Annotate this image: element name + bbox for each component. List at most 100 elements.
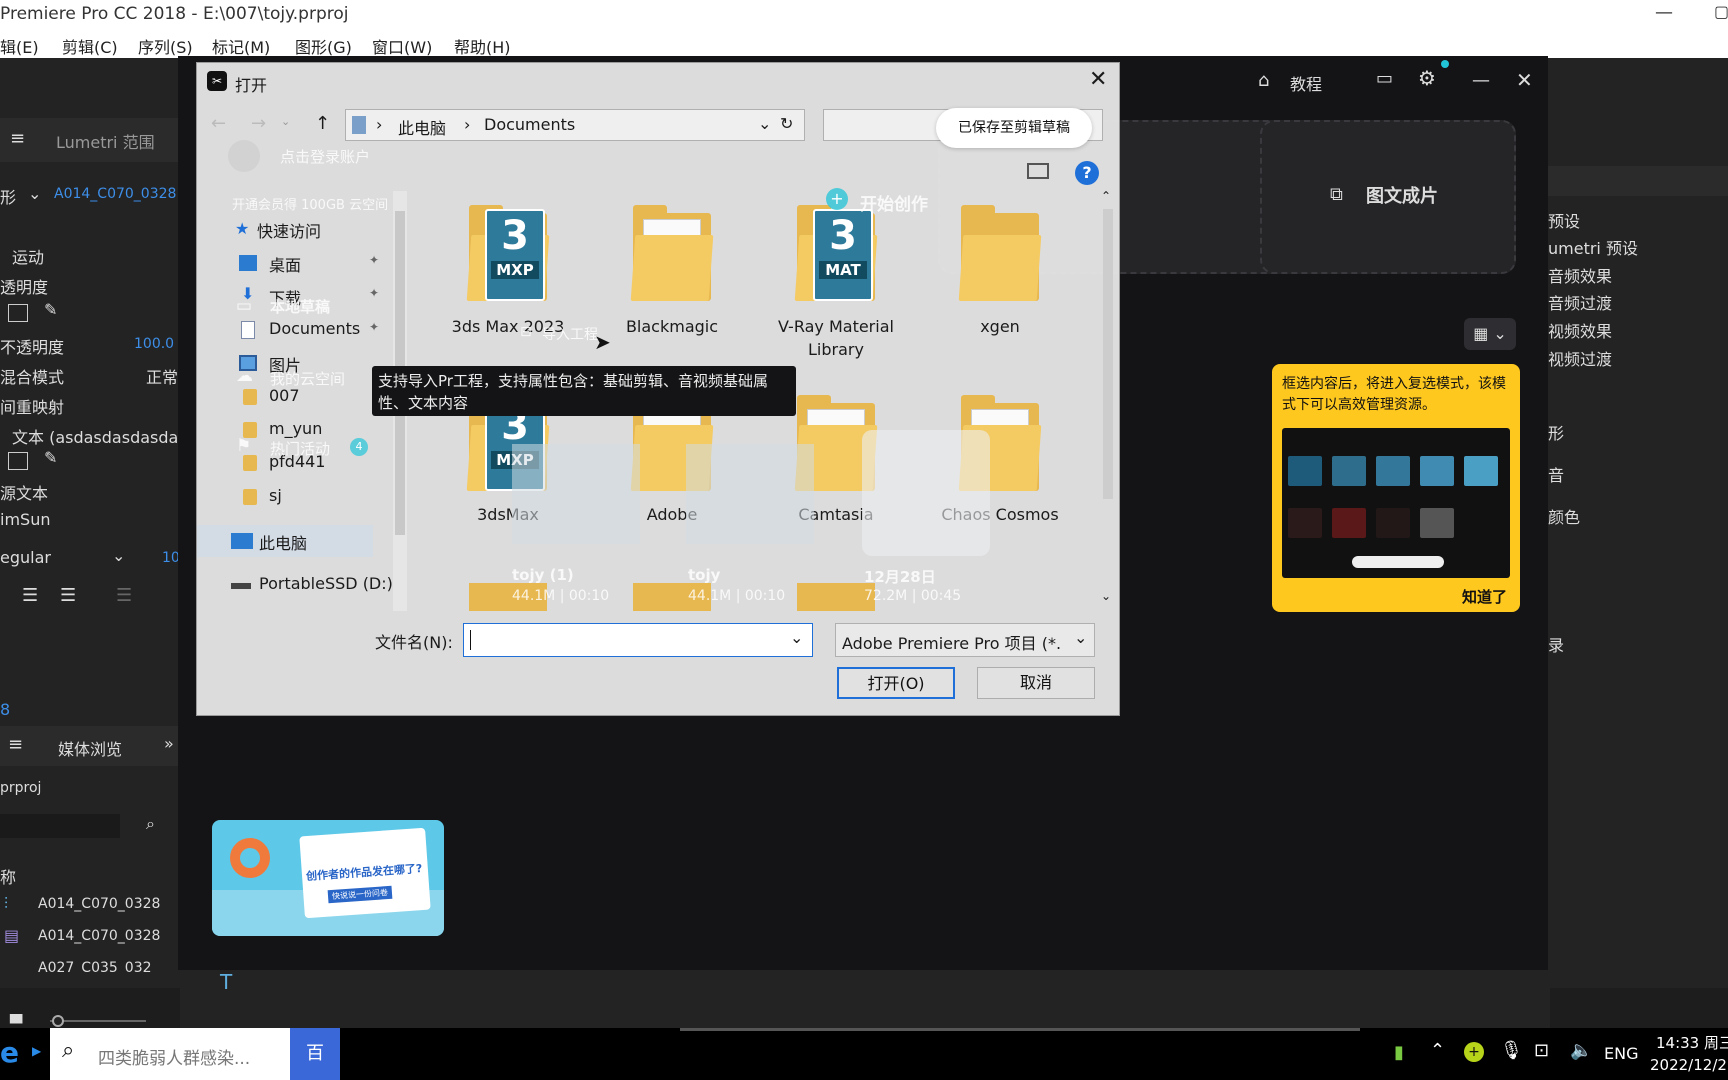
file-item[interactable]: Blackmagic <box>587 193 757 383</box>
lumetri-tab[interactable]: Lumetri 范围 <box>56 129 155 153</box>
feedback-icon[interactable]: ▭ <box>1376 68 1393 89</box>
menu-clip[interactable]: 剪辑(C) <box>62 34 118 58</box>
pen-icon[interactable]: ✎ <box>44 300 57 319</box>
menu-sequence[interactable]: 序列(S) <box>138 34 193 58</box>
project-item[interactable]: A014_C070_0328 <box>38 928 160 944</box>
avatar[interactable] <box>228 140 260 172</box>
panel-menu-icon[interactable]: ≡ <box>10 128 25 149</box>
language-indicator[interactable]: ENG <box>1604 1044 1638 1063</box>
battery-icon[interactable]: ▮ <box>1394 1042 1404 1063</box>
chevron-down-icon[interactable]: ⌄ <box>28 184 41 203</box>
clip-name[interactable]: A014_C070_0328 <box>54 186 176 202</box>
image-to-video-card[interactable]: ⧉ 图文成片 <box>1260 120 1516 274</box>
recent-locations-icon[interactable]: ⌄ <box>281 115 290 128</box>
baidu-button[interactable]: 百度 <box>290 1028 340 1080</box>
vip-promo[interactable]: 开通会员得 100GB 云空间 <box>232 194 388 213</box>
effects-item[interactable]: umetri 预设 <box>1548 235 1638 259</box>
graduation-cap-icon[interactable]: ⌂ <box>1258 70 1269 91</box>
settings-icon[interactable]: ⚙ <box>1418 66 1436 90</box>
ie-icon[interactable]: e <box>0 1036 19 1069</box>
effects-item[interactable]: 音频效果 <box>1548 263 1612 287</box>
clock-date[interactable]: 2022/12/2 <box>1650 1056 1727 1074</box>
effects-item[interactable]: 视频效果 <box>1548 318 1612 342</box>
chevron-down-icon[interactable]: ⌄ <box>112 546 125 565</box>
clock-time[interactable]: 14:33 周三 <box>1656 1032 1728 1053</box>
menu-window[interactable]: 窗口(W) <box>372 34 432 58</box>
draft-thumbnail[interactable] <box>686 444 814 544</box>
align-right-icon[interactable]: ☰ <box>60 585 76 606</box>
mask-rect-icon[interactable] <box>8 452 28 470</box>
sidebar-item-this-pc[interactable]: 此电脑 <box>197 525 373 557</box>
file-item[interactable]: 3 MXP 3ds Max 2023 <box>423 193 593 383</box>
filename-input[interactable]: ⌄ <box>463 623 813 657</box>
chevron-down-icon[interactable]: ⌄ <box>1074 628 1088 647</box>
menu-help[interactable]: 帮助(H) <box>454 34 511 58</box>
pen-icon[interactable]: ✎ <box>44 448 57 467</box>
effects-item[interactable]: 音 <box>1548 462 1564 486</box>
start-creation-label[interactable]: 开始创作 <box>860 190 928 215</box>
sidebar-item-quick-access[interactable]: ★ 快速访问 <box>197 213 373 245</box>
zoom-slider-handle[interactable] <box>52 1015 64 1027</box>
app-tray-icon[interactable]: + <box>1464 1042 1484 1062</box>
nav-cloud-space[interactable]: 我的云空间 <box>270 368 345 389</box>
effects-item[interactable]: 形 <box>1548 420 1564 444</box>
refresh-icon[interactable]: ↻ <box>780 114 793 133</box>
effects-item[interactable]: 颜色 <box>1548 504 1580 528</box>
find-icon[interactable]: ⌕ <box>146 814 155 834</box>
sidebar-item-documents[interactable]: Documents ✦ <box>197 314 379 346</box>
tutorial-link[interactable]: 教程 <box>1290 71 1322 95</box>
pin-icon[interactable]: ✦ <box>369 253 379 267</box>
file-list-scrollbar[interactable]: ⌃ ⌄ <box>1101 189 1115 611</box>
mask-rect-icon[interactable] <box>8 304 28 322</box>
menu-marker[interactable]: 标记(M) <box>212 34 270 58</box>
menu-edit[interactable]: 辑(E) <box>0 34 39 58</box>
chevron-up-icon[interactable]: ⌃ <box>1430 1040 1445 1061</box>
file-item[interactable]: xgen <box>915 193 1085 383</box>
login-link[interactable]: 点击登录账户 <box>280 146 370 167</box>
tip-ok-button[interactable]: 知道了 <box>1462 586 1507 607</box>
menu-graphics[interactable]: 图形(G) <box>295 34 352 58</box>
nav-local-drafts[interactable]: 本地草稿 <box>270 296 330 317</box>
search-input[interactable] <box>0 814 120 838</box>
volume-icon[interactable]: 🔈 <box>1570 1040 1592 1061</box>
project-item[interactable]: A014_C070_0328 <box>38 896 160 912</box>
pin-icon[interactable]: ✦ <box>369 286 379 300</box>
nav-hot-events[interactable]: 热门活动 <box>270 438 330 459</box>
microphone-icon[interactable]: 🎙 <box>1500 1040 1523 1061</box>
font-value[interactable]: imSun <box>0 510 50 529</box>
search-box[interactable]: ⌕ 四类脆弱人群感染... <box>50 1028 290 1080</box>
opacity-value[interactable]: 100.0 <box>134 336 174 352</box>
align-center-icon[interactable]: ☰ <box>22 585 38 606</box>
panel-menu-icon[interactable]: ≡ <box>8 734 23 755</box>
draft-thumbnail[interactable] <box>512 444 640 544</box>
effects-item[interactable]: 预设 <box>1548 208 1580 232</box>
open-button[interactable]: 打开(O) <box>837 667 955 699</box>
cancel-button[interactable]: 取消 <box>977 667 1095 699</box>
file-item[interactable]: 3 MAT V-Ray Material Library <box>751 193 921 383</box>
view-mode-toggle[interactable]: ▦ ⌄ <box>1464 318 1516 350</box>
close-icon[interactable]: ✕ <box>1516 68 1533 92</box>
import-project-button[interactable]: 导入工程 <box>542 324 598 344</box>
survey-banner[interactable]: 创作者的作品发在哪了? 快说说一份问卷 <box>212 820 444 936</box>
maximize-icon[interactable]: ▢ <box>1714 2 1728 21</box>
up-folder-icon[interactable]: ↑ <box>315 113 330 134</box>
draft-thumbnail[interactable] <box>862 430 990 556</box>
sidebar-item-folder[interactable]: sj <box>197 481 373 513</box>
sidebar-item-drive[interactable]: PortableSSD (D:) <box>197 569 393 601</box>
justify-icon[interactable]: ☰ <box>116 585 132 606</box>
breadcrumb-documents[interactable]: Documents <box>484 115 575 134</box>
effects-item[interactable]: 视频过渡 <box>1548 346 1612 370</box>
breadcrumb-this-pc[interactable]: 此电脑 <box>398 115 446 139</box>
minimize-icon[interactable]: — <box>1472 70 1490 91</box>
address-bar[interactable]: › 此电脑 › Documents ⌄ ↻ <box>345 109 805 141</box>
sidebar-item-desktop[interactable]: 桌面 ✦ <box>197 247 379 279</box>
filetype-select[interactable]: Adobe Premiere Pro 项目 (*. ⌄ <box>835 623 1095 657</box>
type-tool-icon[interactable]: T <box>220 970 232 994</box>
expand-panels-icon[interactable]: » <box>164 734 174 753</box>
preview-pane-icon[interactable] <box>1027 163 1049 179</box>
help-icon[interactable]: ? <box>1075 161 1099 185</box>
network-icon[interactable]: ⊡ <box>1534 1040 1549 1061</box>
style-value[interactable]: egular <box>0 548 51 567</box>
minimize-icon[interactable]: — <box>1655 2 1673 23</box>
pin-icon[interactable]: ✦ <box>369 320 379 334</box>
